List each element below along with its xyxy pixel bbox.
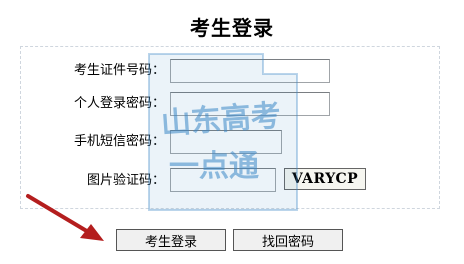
id-number-input[interactable] <box>170 59 330 83</box>
password-label: 个人登录密码： <box>73 96 165 111</box>
captcha-image[interactable]: VARYCP <box>284 168 366 190</box>
captcha-label: 图片验证码： <box>86 173 165 188</box>
sms-code-input[interactable] <box>170 130 282 154</box>
password-input[interactable] <box>170 92 330 116</box>
login-button[interactable]: 考生登录 <box>116 229 226 251</box>
page-title: 考生登录 <box>190 16 274 40</box>
captcha-input[interactable] <box>170 168 276 192</box>
recover-password-button[interactable]: 找回密码 <box>233 229 343 251</box>
id-number-label: 考生证件号码： <box>73 63 165 78</box>
sms-code-label: 手机短信密码： <box>73 134 165 149</box>
